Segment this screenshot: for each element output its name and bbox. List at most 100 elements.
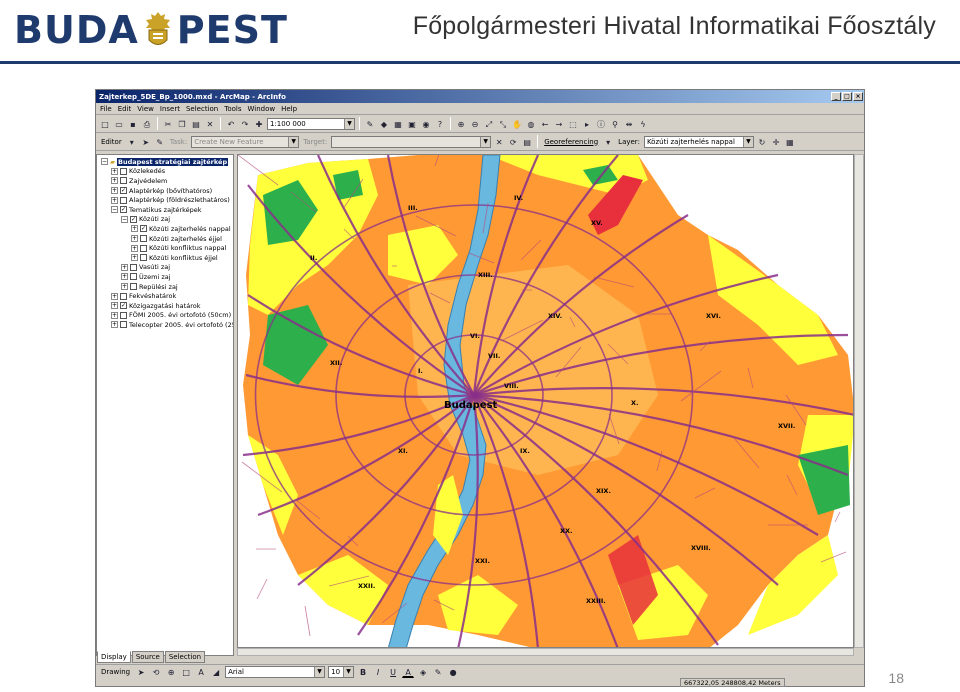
layer-visibility-checkbox[interactable] <box>120 311 127 319</box>
toc-layer-row[interactable]: + Közúti konfliktus éjjel <box>101 253 233 263</box>
rotate-icon[interactable]: ↻ <box>756 136 768 148</box>
chevron-down-icon[interactable]: ▼ <box>343 666 354 677</box>
chevron-down-icon[interactable]: ▼ <box>314 666 325 677</box>
menu-file[interactable]: File <box>100 105 112 113</box>
rotate-tool-icon[interactable]: ⟳ <box>507 136 519 148</box>
layer-visibility-checkbox[interactable] <box>120 292 127 300</box>
link-table-icon[interactable]: ▦ <box>784 136 796 148</box>
scale-combo[interactable]: 1:100 000 ▼ <box>267 117 355 130</box>
menu-view[interactable]: View <box>137 105 154 113</box>
georeferencing-menu[interactable]: Georeferencing <box>542 138 600 146</box>
undo-icon[interactable]: ↶ <box>225 118 237 130</box>
expand-toggle-icon[interactable]: + <box>111 302 118 310</box>
hyperlink-icon[interactable]: ϟ <box>637 118 649 130</box>
toc-layer-row[interactable]: + Telecopter 2005. évi ortofotó (25 <box>101 320 233 330</box>
layer-visibility-checkbox[interactable]: ✓ <box>120 206 127 214</box>
italic-button[interactable]: I <box>372 666 384 678</box>
menu-tools[interactable]: Tools <box>224 105 241 113</box>
minimize-icon[interactable]: _ <box>831 92 841 101</box>
expand-toggle-icon[interactable]: − <box>101 158 108 166</box>
chevron-down-icon[interactable]: ▾ <box>602 136 614 148</box>
layer-visibility-checkbox[interactable] <box>130 273 137 281</box>
toc-layer-row[interactable]: + Alaptérkép (földrészlethatáros) <box>101 195 233 205</box>
expand-toggle-icon[interactable]: + <box>121 263 128 271</box>
new-icon[interactable]: □ <box>99 118 111 130</box>
layer-visibility-checkbox[interactable] <box>120 177 127 185</box>
layer-visibility-checkbox[interactable] <box>130 263 137 271</box>
tab-selection[interactable]: Selection <box>164 651 206 663</box>
expand-toggle-icon[interactable]: + <box>131 235 138 243</box>
bold-button[interactable]: B <box>357 666 369 678</box>
sketch-tool-icon[interactable]: ✎ <box>154 136 166 148</box>
font-name-combo[interactable]: Arial ▼ <box>225 665 326 678</box>
measure-icon[interactable]: ⇹ <box>623 118 635 130</box>
chevron-down-icon[interactable]: ▾ <box>126 136 138 148</box>
layer-visibility-checkbox[interactable] <box>140 254 147 262</box>
back-extent-icon[interactable]: ← <box>539 118 551 130</box>
layer-visibility-checkbox[interactable] <box>120 321 127 329</box>
toc-layer-row[interactable]: + Repülési zaj <box>101 282 233 292</box>
font-size-combo[interactable]: 10 ▼ <box>328 665 355 678</box>
toc-layer-row[interactable]: + ✓ Alaptérkép (bővíthatóros) <box>101 186 233 196</box>
menu-selection[interactable]: Selection <box>186 105 218 113</box>
zoom-whole-page-icon[interactable]: ⊕ <box>165 666 177 678</box>
control-points-icon[interactable]: ✛ <box>770 136 782 148</box>
toc-layer-row[interactable]: + Közúti zajterhelés éjjel <box>101 234 233 244</box>
rotate-element-icon[interactable]: ⟲ <box>150 666 162 678</box>
toc-layer-row[interactable]: + Zajvédelem <box>101 176 233 186</box>
toc-layer-row[interactable]: + ✓ Közúti zajterhelés nappal <box>101 224 233 234</box>
map-view[interactable]: III. IV. XV. II. XIII. XIV. XVI. I. VI. VII. XII. V… <box>237 154 854 648</box>
layer-visibility-checkbox[interactable]: ✓ <box>120 187 127 195</box>
model-icon[interactable]: ▣ <box>406 118 418 130</box>
select-elements-icon[interactable]: ▸ <box>581 118 593 130</box>
python-icon[interactable]: ◉ <box>420 118 432 130</box>
menu-edit[interactable]: Edit <box>118 105 132 113</box>
toc-layer-row[interactable]: + FÖMI 2005. évi ortofotó (50cm) <box>101 311 233 321</box>
expand-toggle-icon[interactable]: − <box>111 206 118 214</box>
toc-layer-row[interactable]: − ✓ Közúti zaj <box>101 215 233 225</box>
layer-visibility-checkbox[interactable] <box>140 244 147 252</box>
forward-extent-icon[interactable]: → <box>553 118 565 130</box>
tab-source[interactable]: Source <box>131 651 164 663</box>
fill-color-icon[interactable]: ◈ <box>417 666 429 678</box>
layer-visibility-checkbox[interactable] <box>120 196 127 204</box>
split-tool-icon[interactable]: ✕ <box>493 136 505 148</box>
toc-layer-row[interactable]: + Fekvéshatárok <box>101 291 233 301</box>
chevron-down-icon[interactable]: ▼ <box>288 136 299 147</box>
expand-toggle-icon[interactable]: + <box>111 196 118 204</box>
marker-color-icon[interactable]: ● <box>447 666 459 678</box>
zoom-in-icon[interactable]: ⊕ <box>455 118 467 130</box>
fixed-zoom-in-icon[interactable]: ⤢ <box>483 118 495 130</box>
chevron-down-icon[interactable]: ▼ <box>344 118 354 129</box>
print-icon[interactable]: ⎙ <box>141 118 153 130</box>
expand-toggle-icon[interactable]: + <box>111 187 118 195</box>
tab-display[interactable]: Display <box>97 651 131 663</box>
chevron-down-icon[interactable]: ▼ <box>480 136 491 147</box>
close-icon[interactable]: × <box>853 92 863 101</box>
maximize-icon[interactable]: □ <box>842 92 852 101</box>
expand-toggle-icon[interactable]: + <box>111 321 118 329</box>
editor-menu[interactable]: Editor <box>99 138 124 146</box>
layer-visibility-checkbox[interactable] <box>130 283 137 291</box>
expand-toggle-icon[interactable]: + <box>111 292 118 300</box>
arctoolbox-icon[interactable]: ◆ <box>378 118 390 130</box>
layer-visibility-checkbox[interactable]: ✓ <box>140 225 147 233</box>
target-combo[interactable]: ▼ <box>331 135 492 148</box>
select-pointer-icon[interactable]: ➤ <box>135 666 147 678</box>
copy-icon[interactable]: ❐ <box>176 118 188 130</box>
toc-layer-row[interactable]: + Közlekedés <box>101 167 233 177</box>
attributes-icon[interactable]: ▤ <box>521 136 533 148</box>
full-extent-icon[interactable]: ◍ <box>525 118 537 130</box>
noise-map[interactable]: III. IV. XV. II. XIII. XIV. XVI. I. VI. VII. XII. V… <box>238 155 854 648</box>
toc-layer-row[interactable]: + ✓ Közigazgatási határok <box>101 301 233 311</box>
layer-visibility-checkbox[interactable] <box>140 235 147 243</box>
toc-layer-row[interactable]: + Vasúti zaj <box>101 263 233 273</box>
horizontal-scrollbar[interactable] <box>237 648 854 656</box>
expand-toggle-icon[interactable]: + <box>111 177 118 185</box>
text-tool-icon[interactable]: A <box>195 666 207 678</box>
paste-icon[interactable]: ▤ <box>190 118 202 130</box>
menu-insert[interactable]: Insert <box>160 105 180 113</box>
expand-toggle-icon[interactable]: + <box>111 167 118 175</box>
task-combo[interactable]: Create New Feature ▼ <box>191 135 300 148</box>
pan-icon[interactable]: ✋ <box>511 118 523 130</box>
